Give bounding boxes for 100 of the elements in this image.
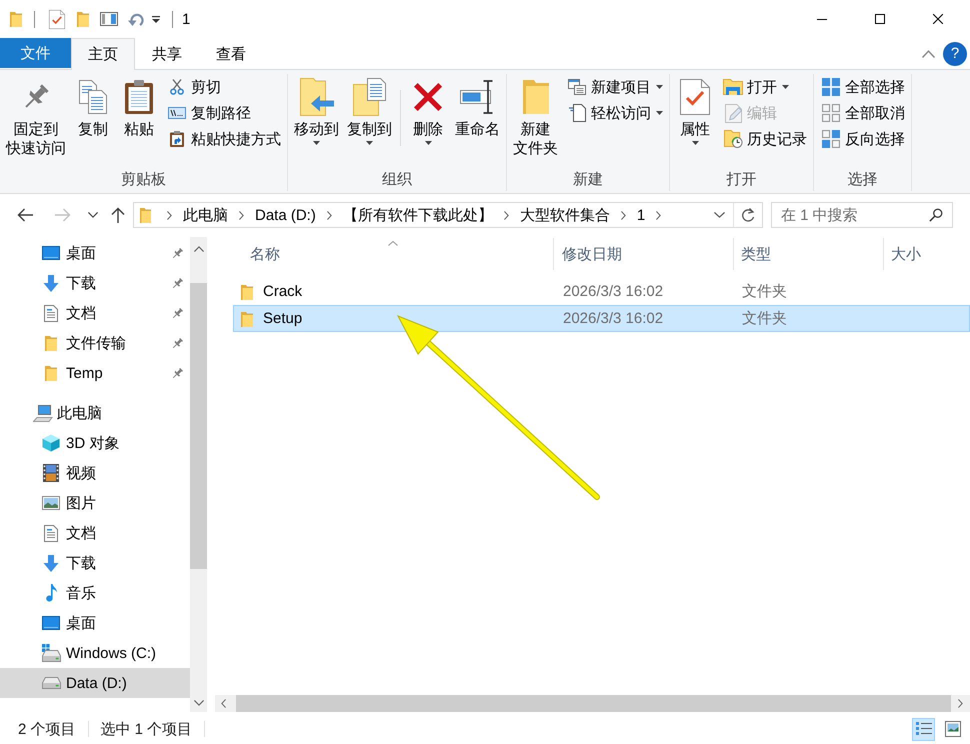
column-header[interactable]: 类型 bbox=[734, 238, 884, 270]
nav-item[interactable]: 3D 对象 bbox=[0, 428, 190, 458]
ribbon-button[interactable]: 重命名 bbox=[452, 74, 503, 170]
ribbon-button[interactable]: 复制路径 bbox=[165, 100, 284, 126]
address-bar[interactable]: 此电脑 Data (D:) 【所有软件下载此处】 大型软件集合 1 bbox=[133, 202, 763, 228]
file-name: Setup bbox=[263, 310, 302, 327]
ribbon-button[interactable]: 新建 文件夹 bbox=[510, 74, 561, 170]
nav-item[interactable]: 图片 bbox=[0, 488, 190, 518]
file-row[interactable]: Crack 2026/3/3 16:02 文件夹 bbox=[233, 278, 970, 305]
chevron-down-icon[interactable] bbox=[194, 700, 204, 706]
nav-item[interactable]: Windows (C:) bbox=[0, 638, 190, 668]
ribbon-button[interactable]: 粘贴快捷方式 bbox=[165, 126, 284, 152]
file-row[interactable]: Setup 2026/3/3 16:02 文件夹 bbox=[233, 305, 970, 332]
music-note-icon bbox=[46, 584, 56, 602]
nav-item[interactable]: 视频 bbox=[0, 458, 190, 488]
chevron-right-icon[interactable] bbox=[239, 210, 244, 220]
chevron-left-icon[interactable] bbox=[221, 699, 226, 708]
folder-icon bbox=[10, 11, 22, 27]
ribbon-button[interactable]: 全部选择 bbox=[819, 74, 908, 100]
pin-icon[interactable] bbox=[171, 366, 184, 380]
nav-item[interactable]: Temp bbox=[0, 358, 190, 388]
chevron-right-icon[interactable] bbox=[326, 210, 332, 220]
ribbon-button[interactable]: 固定到 快速访问 bbox=[3, 74, 69, 170]
item-count: 2 个项目 bbox=[18, 720, 76, 738]
delete-icon bbox=[413, 82, 443, 112]
nav-item[interactable]: 文件传输 bbox=[0, 328, 190, 358]
pin-icon[interactable] bbox=[171, 246, 184, 260]
ribbon-button[interactable]: 复制 bbox=[71, 74, 115, 170]
nav-item[interactable]: 文档 bbox=[0, 298, 190, 328]
ribbon-button[interactable]: 轻松访问 bbox=[565, 100, 666, 126]
help-button[interactable]: ? bbox=[943, 42, 967, 66]
up-arrow-icon[interactable] bbox=[111, 207, 125, 223]
caret-icon bbox=[656, 111, 663, 115]
curved-arrow-icon[interactable] bbox=[128, 11, 144, 27]
caret-icon bbox=[782, 85, 789, 89]
minimize-icon[interactable] bbox=[817, 18, 827, 20]
breadcrumb[interactable]: 大型软件集合 bbox=[520, 206, 610, 224]
ribbon-tab[interactable]: 查看 bbox=[199, 38, 263, 70]
ribbon-button[interactable]: 删除 bbox=[406, 74, 450, 170]
chevron-right-icon[interactable] bbox=[958, 699, 963, 708]
chevron-right-icon[interactable] bbox=[656, 210, 662, 220]
ribbon-button[interactable]: 反向选择 bbox=[819, 126, 908, 152]
pin-icon[interactable] bbox=[171, 336, 184, 350]
search-icon bbox=[929, 208, 943, 222]
window-pane-icon[interactable] bbox=[100, 12, 118, 26]
chevron-right-icon[interactable] bbox=[167, 210, 172, 220]
chevron-down-icon[interactable] bbox=[88, 212, 98, 218]
breadcrumb[interactable]: 1 bbox=[636, 206, 646, 224]
ribbon-button[interactable]: 全部取消 bbox=[819, 100, 908, 126]
maximize-icon[interactable] bbox=[875, 14, 885, 24]
file-name: Crack bbox=[263, 283, 302, 300]
scrollbar-thumb[interactable] bbox=[190, 283, 207, 569]
nav-item[interactable]: 此电脑 bbox=[0, 398, 190, 428]
nav-item[interactable]: 下载 bbox=[0, 548, 190, 578]
ribbon-tab[interactable]: 主页 bbox=[71, 38, 135, 70]
column-header[interactable]: 名称 bbox=[233, 238, 554, 270]
nav-item[interactable]: 文档 bbox=[0, 518, 190, 548]
column-header[interactable]: 大小 bbox=[884, 238, 970, 270]
pin-icon[interactable] bbox=[171, 306, 184, 320]
nav-item[interactable]: 下载 bbox=[0, 268, 190, 298]
ribbon-button[interactable]: 移动到 bbox=[291, 74, 342, 170]
chevron-up-icon[interactable] bbox=[194, 246, 204, 252]
column-header[interactable]: 修改日期 bbox=[554, 238, 734, 270]
ribbon-button[interactable]: 复制到 bbox=[344, 74, 395, 170]
ribbon-button[interactable]: 新建项目 bbox=[565, 74, 666, 100]
breadcrumb[interactable]: 此电脑 bbox=[183, 206, 228, 224]
folder-clock-icon bbox=[724, 130, 742, 148]
breadcrumb[interactable]: 【所有软件下载此处】 bbox=[342, 206, 493, 224]
chevron-right-icon[interactable] bbox=[620, 210, 626, 220]
details-view-button[interactable] bbox=[912, 718, 935, 740]
back-arrow-icon[interactable] bbox=[17, 208, 33, 222]
checkered-grid-icon bbox=[822, 130, 840, 148]
refresh-icon[interactable] bbox=[741, 207, 755, 223]
chevron-right-icon[interactable] bbox=[504, 210, 509, 220]
ribbon-button[interactable]: 打开 bbox=[721, 74, 810, 100]
ribbon-button[interactable]: 粘贴 bbox=[117, 74, 161, 170]
file-menu-tab[interactable]: 文件 bbox=[0, 38, 71, 68]
path-box-icon bbox=[168, 107, 186, 119]
selection-count: 选中 1 个项目 bbox=[100, 720, 192, 738]
close-icon[interactable] bbox=[933, 14, 943, 24]
ribbon-tab[interactable]: 共享 bbox=[135, 38, 199, 70]
search-field[interactable]: 在 1 中搜索 bbox=[771, 202, 953, 228]
folder-icon bbox=[140, 207, 151, 223]
nav-item[interactable]: 桌面 bbox=[0, 238, 190, 268]
nav-item[interactable]: Data (D:) bbox=[0, 668, 190, 698]
checkmark-document-icon[interactable] bbox=[49, 10, 65, 28]
nav-item[interactable]: 桌面 bbox=[0, 608, 190, 638]
file-type: 文件夹 bbox=[742, 283, 787, 300]
pin-icon[interactable] bbox=[171, 276, 184, 290]
chevron-down-icon[interactable] bbox=[714, 212, 725, 218]
dropdown-caret-icon[interactable] bbox=[152, 16, 160, 22]
chevron-up-icon[interactable] bbox=[922, 50, 935, 58]
desktop-icon bbox=[42, 246, 60, 260]
ribbon-button[interactable]: 历史记录 bbox=[721, 126, 810, 152]
ribbon-button[interactable]: 属性 bbox=[673, 74, 717, 170]
nav-item[interactable]: 音乐 bbox=[0, 578, 190, 608]
folder-icon bbox=[45, 335, 57, 351]
folder-icon bbox=[522, 80, 548, 114]
ribbon-button[interactable]: 剪切 bbox=[165, 74, 284, 100]
breadcrumb[interactable]: Data (D:) bbox=[255, 206, 316, 224]
